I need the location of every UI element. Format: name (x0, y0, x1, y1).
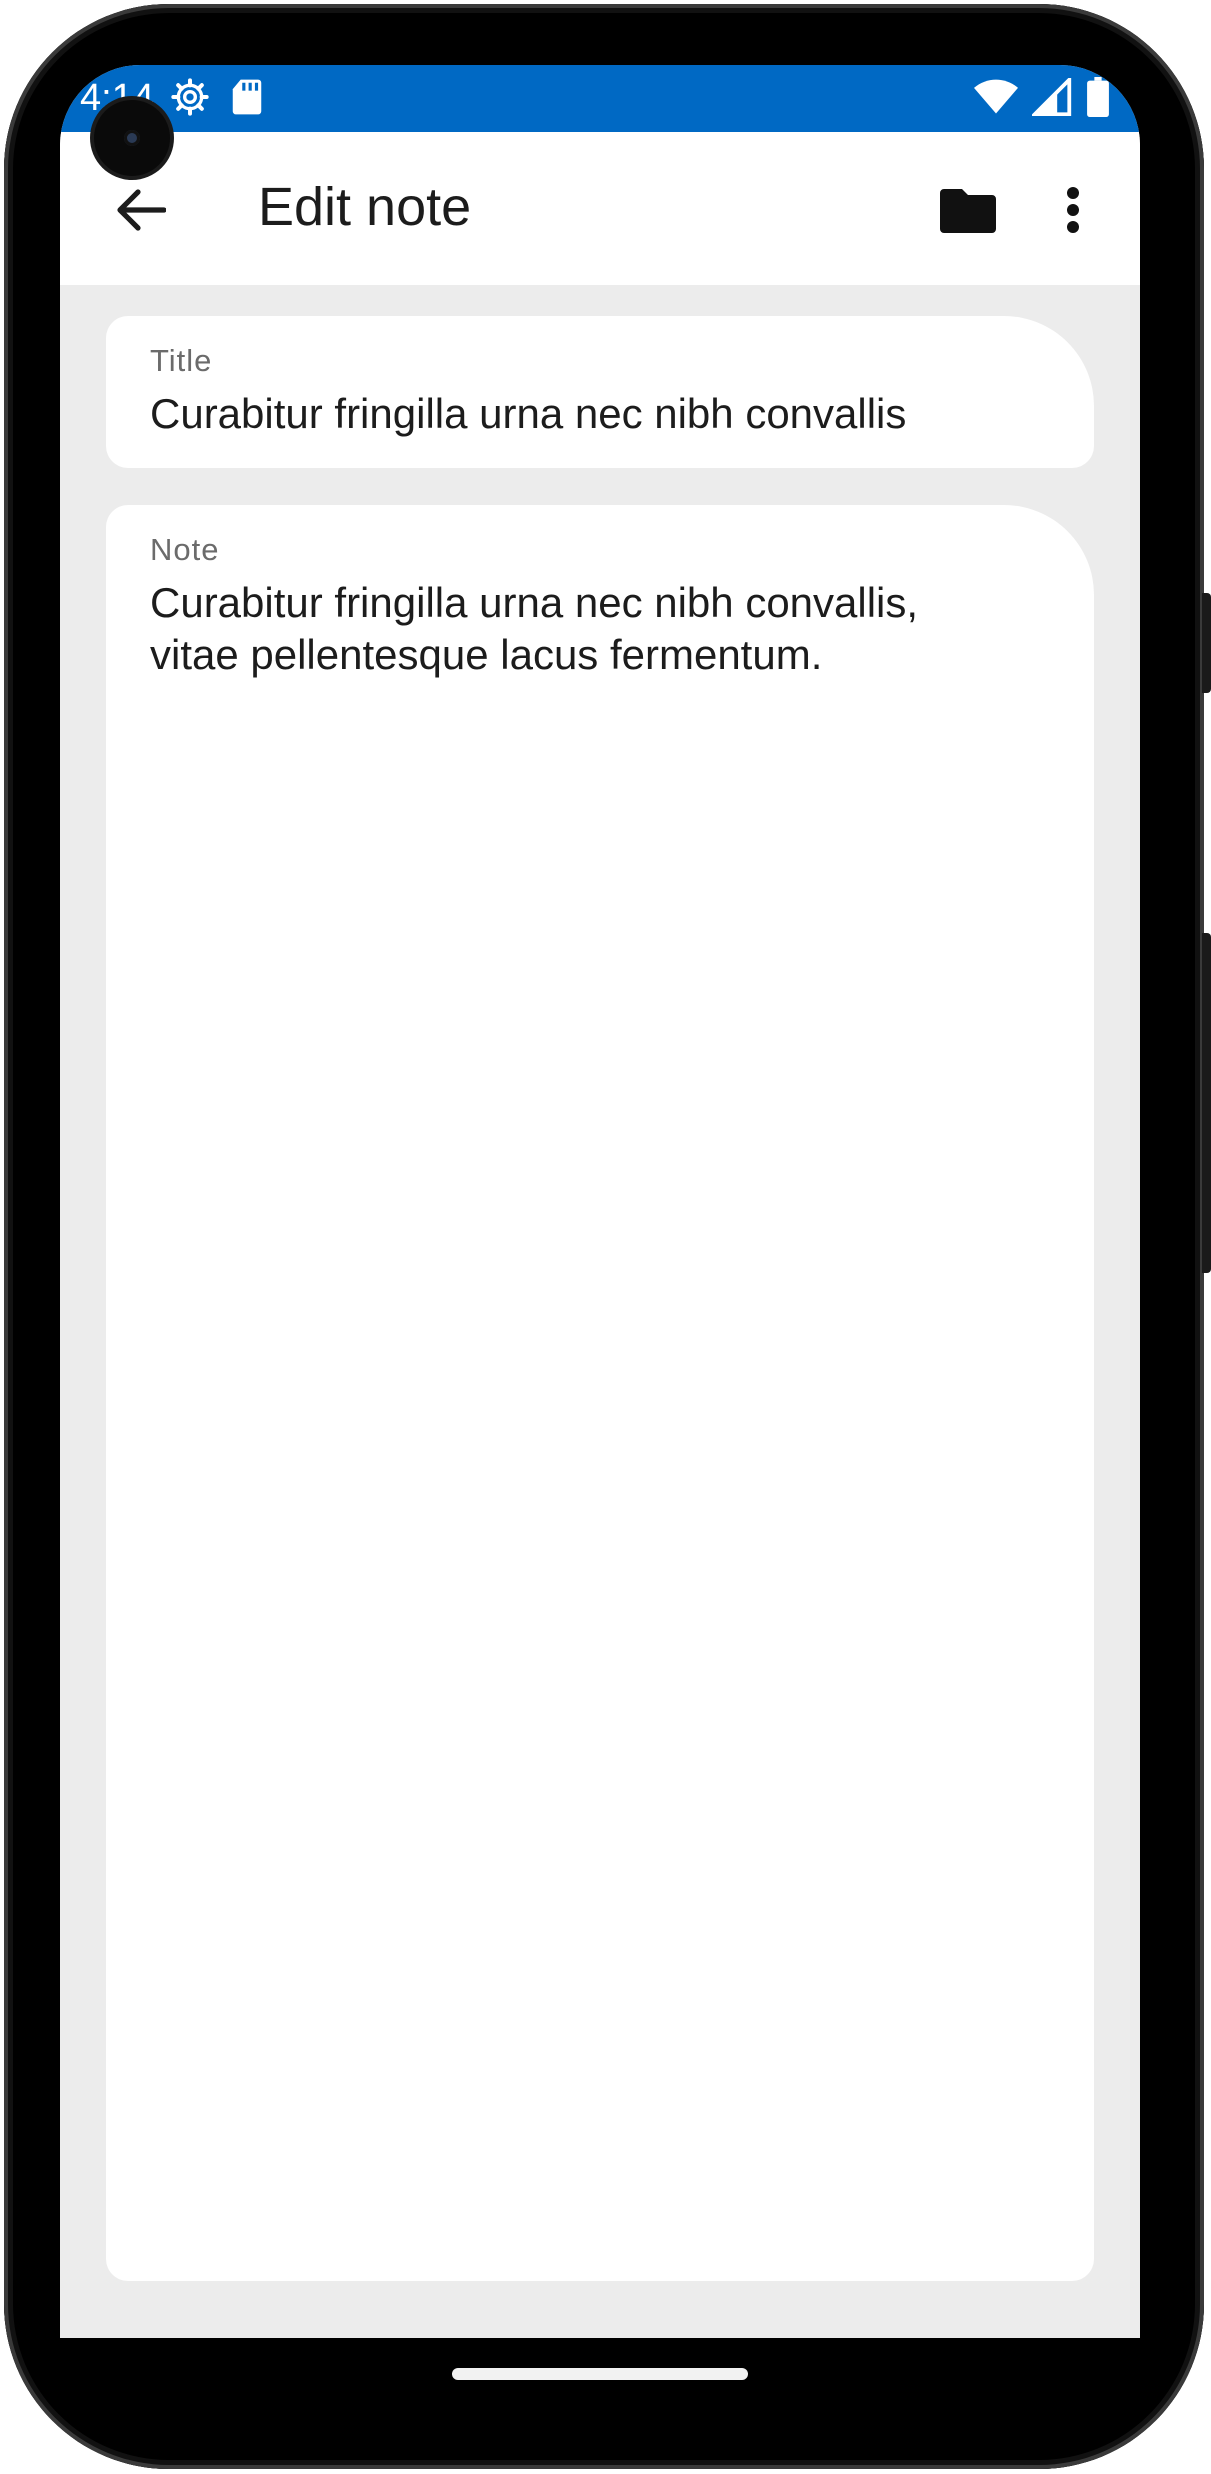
power-button (1202, 593, 1211, 693)
signal-icon (1030, 75, 1072, 121)
sd-card-icon (230, 78, 264, 121)
more-options-button[interactable] (1038, 172, 1108, 252)
home-gesture-handle[interactable] (452, 2368, 748, 2380)
title-field[interactable]: Title Curabitur fringilla urna nec nibh … (106, 316, 1094, 468)
screen: 4:14 Edit note Title Curabitur fringilla… (60, 65, 1140, 2338)
app-bar: Edit note (60, 132, 1140, 285)
note-label: Note (150, 532, 220, 567)
navigation-bar (0, 2338, 1211, 2474)
note-input[interactable]: Curabitur fringilla urna nec nibh conval… (150, 577, 1034, 681)
folder-button[interactable] (928, 172, 1008, 252)
folder-icon (940, 187, 996, 238)
arrow-back-icon (114, 188, 167, 237)
wifi-icon (974, 78, 1018, 121)
battery-icon (1086, 77, 1110, 122)
phone-frame: 4:14 Edit note Title Curabitur fringilla… (0, 0, 1211, 2474)
title-label: Title (150, 343, 213, 378)
page-title: Edit note (258, 177, 472, 237)
status-bar: 4:14 (60, 65, 1140, 132)
status-right-icons (974, 75, 1110, 122)
title-input[interactable]: Curabitur fringilla urna nec nibh conval… (150, 388, 1034, 440)
settings-icon (170, 77, 210, 122)
back-button[interactable] (100, 172, 180, 252)
status-left-icons (170, 77, 264, 122)
note-field[interactable]: Note Curabitur fringilla urna nec nibh c… (106, 505, 1094, 2281)
front-camera (94, 100, 170, 176)
more-vert-icon (1066, 186, 1080, 239)
volume-button (1202, 933, 1211, 1273)
